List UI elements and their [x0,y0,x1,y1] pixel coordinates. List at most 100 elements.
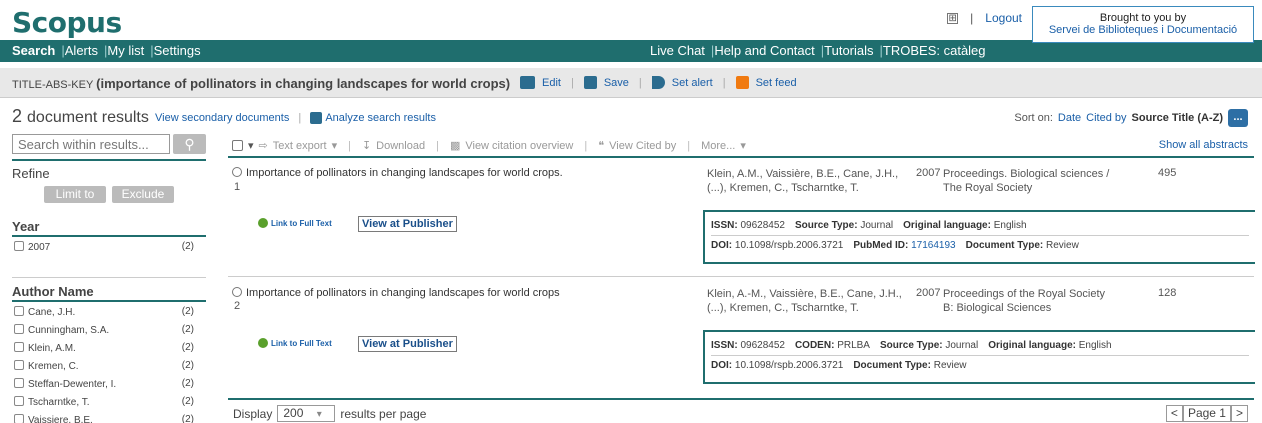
checkbox[interactable] [14,241,24,251]
result-year: 2007 [916,167,941,179]
edit-icon[interactable] [520,76,535,89]
checkbox[interactable] [14,306,24,316]
expand-icon[interactable]: ⊞ [947,12,959,24]
nav-settings[interactable]: Settings [154,43,201,58]
cited-by[interactable]: View Cited by [609,140,676,152]
full-text-link[interactable]: Link to Full Text [258,218,332,228]
separator: | [970,11,974,25]
brought-label: Brought to you by [1099,12,1187,24]
prev-page-button[interactable]: < [1165,405,1183,422]
logout-link[interactable]: Logout [985,11,1022,25]
per-page-select[interactable]: 200 ▾ [277,405,336,422]
next-page-button[interactable]: > [1230,405,1248,422]
checkbox[interactable] [232,287,242,297]
sort-cited[interactable]: Cited by [1086,112,1126,124]
fulltext-icon [258,338,268,348]
page-indicator: Page 1 [1182,405,1231,422]
save-icon[interactable] [583,76,597,89]
nav-tutorials[interactable]: Tutorials [824,43,873,58]
result-authors[interactable]: Klein, A.M., Vaissière, B.E., Cane, J.H.… [707,167,907,195]
query-field: TITLE-ABS-KEY [12,79,94,91]
author-facet-title: Author Name [12,284,94,299]
nav-left: Search |Alerts |My list |Settings [12,43,201,58]
nav-alerts[interactable]: Alerts [65,43,98,58]
facet-item[interactable]: 2007 (2) [14,241,194,253]
nav-livechat[interactable]: Live Chat [650,43,705,58]
checkbox[interactable] [14,324,24,334]
pagination: < Page 1 > [1165,405,1248,422]
checkbox[interactable] [14,360,24,370]
facet-item[interactable]: Tscharntke, T. (2) [14,396,194,408]
query-string: TITLE-ABS-KEY (importance of pollinators… [12,76,511,91]
full-text-link[interactable]: Link to Full Text [258,338,332,348]
nav-help[interactable]: Help and Contact [714,43,814,58]
result-cites[interactable]: 128 [1158,287,1176,299]
view-at-publisher-button[interactable]: View at Publisher [358,216,457,232]
set-feed-link[interactable]: Set feed [756,77,797,89]
institution-link[interactable]: Servei de Biblioteques i Documentació [1033,24,1253,36]
results-toolbar: ▾ ⇨ Text export ▾ | ↧ Download | ▩ View cita… [232,139,746,152]
view-at-publisher-button[interactable]: View at Publisher [358,336,457,352]
chevron-down-icon[interactable]: ▾ [248,139,254,152]
export-icon: ⇨ [258,140,268,152]
limit-to-button[interactable]: Limit to [44,186,106,203]
alert-icon[interactable] [651,76,665,89]
nav-right: Live Chat |Help and Contact |Tutorials |TRO… [650,43,986,58]
nav-trobes[interactable]: TROBES: catàleg [883,43,986,58]
more-menu[interactable]: More... [701,140,735,152]
checkbox[interactable] [14,342,24,352]
result-meta: ISSN: 09628452 CODEN: PRLBA Source Type: J… [703,330,1255,384]
divider [12,300,206,302]
divider [12,277,206,278]
result-index: 2 [234,300,241,312]
analyze-link[interactable]: Analyze search results [325,112,436,124]
save-link[interactable]: Save [604,77,629,89]
result-source[interactable]: Proceedings of the Royal Society B: Biol… [943,287,1113,315]
set-alert-link[interactable]: Set alert [672,77,713,89]
download-icon: ↧ [361,140,372,152]
divider [228,156,1254,158]
facet-item[interactable]: Vaissiere, B.E. (2) [14,414,194,423]
sort-source[interactable]: Source Title (A-Z) [1132,112,1223,124]
sort-date[interactable]: Date [1058,112,1081,124]
result-source[interactable]: Proceedings. Biological sciences / The R… [943,167,1113,195]
sort-more-button[interactable]: ... [1228,109,1248,127]
fulltext-icon [258,218,268,228]
text-export[interactable]: Text export [273,140,327,152]
facet-item[interactable]: Steffan-Dewenter, I. (2) [14,378,194,390]
quote-icon: ❝ [598,140,605,152]
result-title[interactable]: Importance of pollinators in changing la… [232,167,563,179]
checkbox[interactable] [232,167,242,177]
refine-heading: Refine [12,166,50,181]
query-text: importance of pollinators in changing la… [100,76,506,91]
show-all-abstracts[interactable]: Show all abstracts [1159,139,1248,151]
nav-mylist[interactable]: My list [107,43,144,58]
result-cites[interactable]: 495 [1158,167,1176,179]
nav-search[interactable]: Search [12,43,55,58]
search-within-input[interactable]: Search within results... [12,134,170,154]
secondary-docs-link[interactable]: View secondary documents [155,112,289,124]
checkbox[interactable] [14,378,24,388]
search-icon[interactable]: ⚲ [173,134,206,154]
scopus-logo[interactable]: Scopus [12,6,122,39]
rss-icon[interactable] [735,76,749,89]
analyze-icon[interactable] [310,112,323,125]
download[interactable]: Download [376,140,425,152]
result-title[interactable]: Importance of pollinators in changing la… [232,287,560,299]
result-authors[interactable]: Klein, A.-M., Vaissière, B.E., Cane, J.H… [707,287,907,315]
facet-item[interactable]: Cunningham, S.A. (2) [14,324,194,336]
display-label: Display [233,406,273,421]
facet-item[interactable]: Kremen, C. (2) [14,360,194,372]
select-all-checkbox[interactable] [232,140,243,151]
institution-box: Brought to you by Servei de Biblioteques… [1032,6,1254,43]
divider [12,235,206,237]
checkbox[interactable] [14,396,24,406]
chart-icon: ▩ [449,140,461,152]
exclude-button[interactable]: Exclude [112,186,174,203]
citation-overview[interactable]: View citation overview [465,140,573,152]
facet-item[interactable]: Klein, A.M. (2) [14,342,194,354]
facet-item[interactable]: Cane, J.H. (2) [14,306,194,318]
pubmed-link[interactable]: 17164193 [911,240,956,251]
edit-link[interactable]: Edit [542,77,561,89]
checkbox[interactable] [14,414,24,423]
